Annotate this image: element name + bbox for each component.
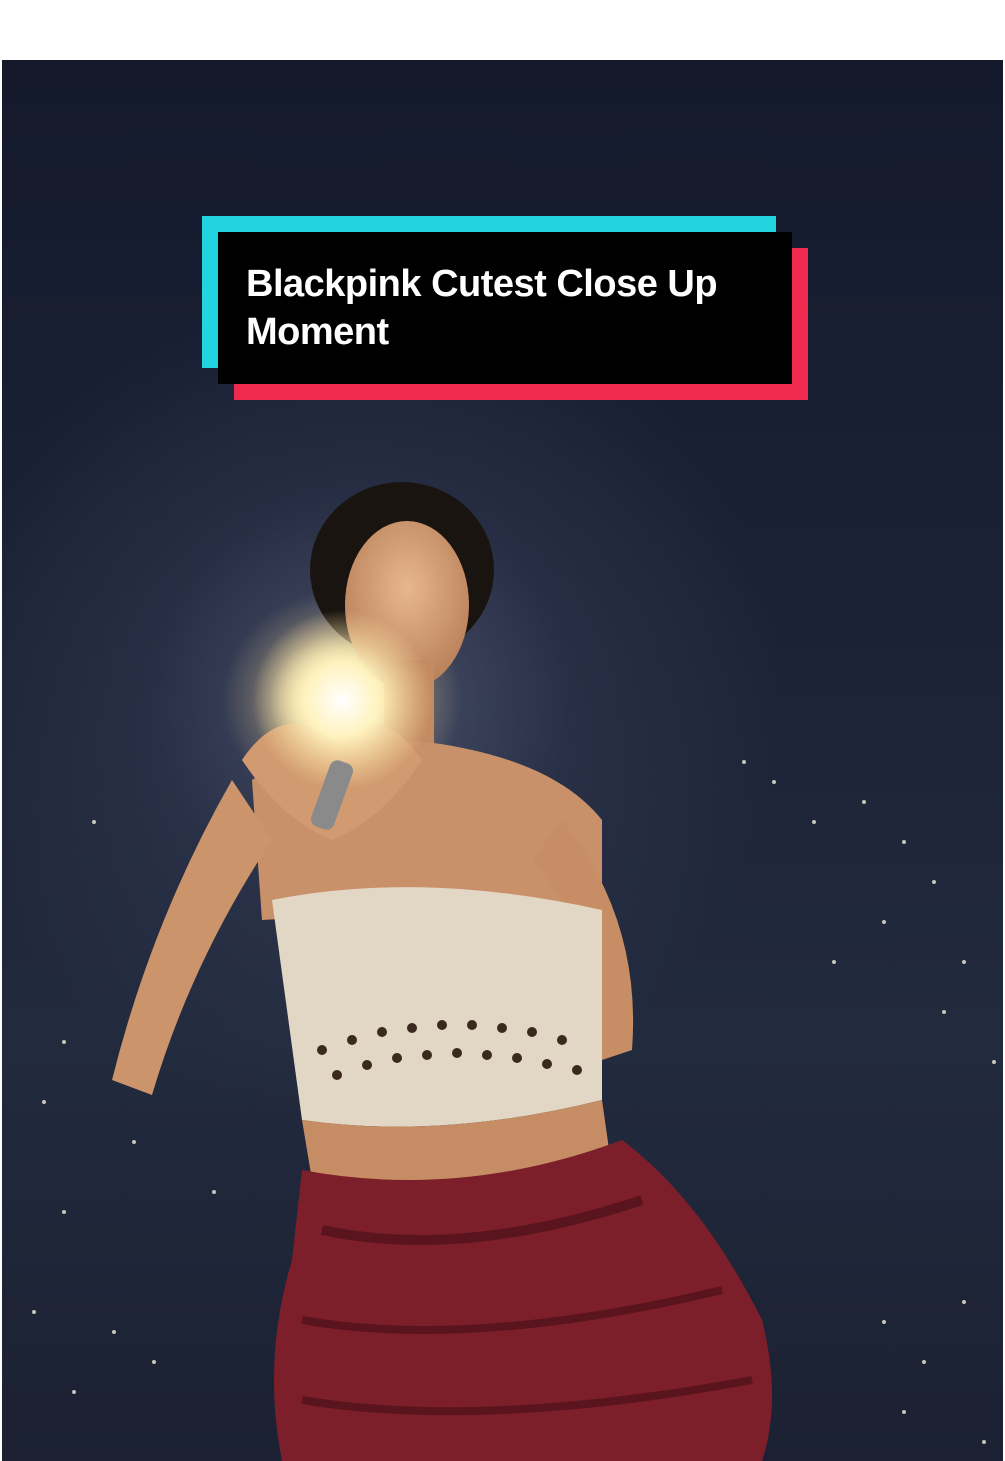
caption-banner: Blackpink Cutest Close Up Moment	[218, 232, 792, 384]
concert-photo: Blackpink Cutest Close Up Moment	[2, 60, 1003, 1461]
left-arm	[112, 780, 272, 1095]
corset-top	[272, 887, 602, 1127]
caption-title: Blackpink Cutest Close Up Moment	[246, 263, 718, 353]
